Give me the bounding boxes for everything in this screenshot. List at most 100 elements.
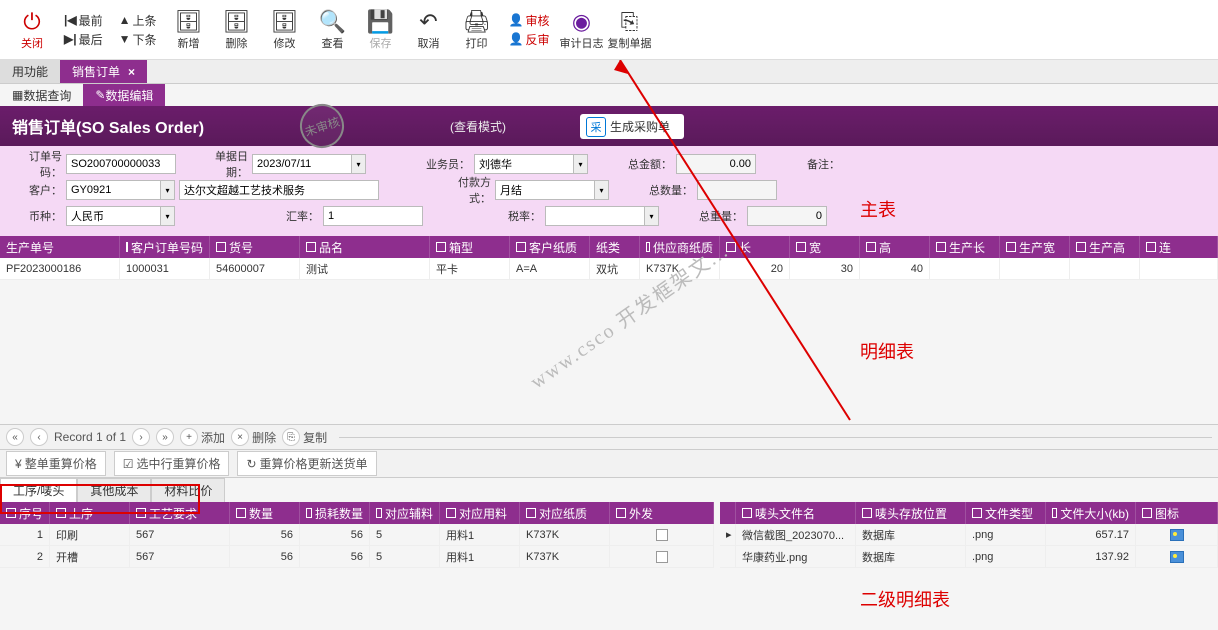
checkbox[interactable] — [656, 529, 668, 541]
view-icon: 🔍 — [319, 9, 346, 35]
currency-input[interactable] — [66, 206, 161, 226]
save-icon: 💾 — [367, 9, 394, 35]
image-icon — [1170, 529, 1184, 541]
file-row[interactable]: 华康药业.png 数据库 .png 137.92 — [720, 546, 1218, 568]
main-toolbar: ⏻关闭 |◀最前 ▶|最后 ▲上条 ▼下条 🗄新增 🗄删除 🗄修改 🔍查看 💾保… — [0, 0, 1218, 60]
db-edit-icon: 🗄 — [271, 9, 299, 35]
rate-label: 汇率： — [275, 208, 319, 224]
subtab-edit[interactable]: ✎ 数据编辑 — [83, 84, 165, 106]
page-title: 销售订单(SO Sales Order) — [12, 114, 204, 138]
tab-functions[interactable]: 用功能 — [0, 60, 60, 83]
process-row[interactable]: 1 印刷 567 56 56 5 用料1 K737K — [0, 524, 714, 546]
salesman-label: 业务员： — [426, 156, 470, 172]
date-dropdown-icon[interactable]: ▾ — [352, 154, 366, 174]
next-button[interactable]: ▼下条 — [119, 31, 157, 48]
audit-icon: ◉ — [572, 9, 591, 35]
nav-first-last: |◀最前 ▶|最后 — [64, 12, 103, 48]
recalc-delivery-button[interactable]: ↻重算价格更新送货单 — [237, 451, 376, 476]
prev-button[interactable]: ▲上条 — [119, 12, 157, 29]
rec-next-button[interactable]: › — [132, 428, 150, 446]
main-grid-header: 生产单号 客户订单号码 货号 品名 箱型 客户纸质 纸类 供应商纸质 长 宽 高… — [0, 236, 1218, 258]
rec-last-button[interactable]: » — [156, 428, 174, 446]
currency-dropdown-icon[interactable]: ▾ — [161, 206, 175, 226]
cust-code-input[interactable] — [66, 180, 161, 200]
rec-first-button[interactable]: « — [6, 428, 24, 446]
first-button[interactable]: |◀最前 — [64, 12, 103, 29]
annotation-detail: 明细表 — [860, 338, 914, 364]
undo-icon: ↶ — [419, 9, 437, 35]
recalc-all-button[interactable]: ¥整单重算价格 — [6, 451, 106, 476]
total-wt-input — [747, 206, 827, 226]
record-text: Record 1 of 1 — [54, 430, 126, 444]
action-bar: ¥整单重算价格 ☑选中行重算价格 ↻重算价格更新送货单 — [0, 450, 1218, 478]
nav-prev-next: ▲上条 ▼下条 — [119, 12, 157, 48]
pay-input[interactable] — [495, 180, 595, 200]
tab-material-price[interactable]: 材料比价 — [151, 478, 225, 502]
process-grid: 序号 上序 工艺要求 数量 损耗数量 对应辅料 对应用料 对应纸质 外发 1 印… — [0, 502, 720, 574]
record-navigator: « ‹ Record 1 of 1 › » +添加 ×删除 ⎘复制 — [0, 424, 1218, 450]
recalc-row-button[interactable]: ☑选中行重算价格 — [114, 451, 230, 476]
edit-button[interactable]: 🗄修改 — [263, 5, 307, 55]
tax-label: 税率： — [497, 208, 541, 224]
date-label: 单据日期： — [196, 148, 248, 180]
rec-del-button[interactable]: ×删除 — [231, 428, 276, 446]
tab-sales-order[interactable]: 销售订单× — [60, 60, 147, 83]
delete-button[interactable]: 🗄删除 — [215, 5, 259, 55]
annotation-sub: 二级明细表 — [860, 586, 950, 612]
view-button[interactable]: 🔍查看 — [311, 5, 355, 55]
print-icon: 🖨 — [463, 9, 491, 35]
tab-process[interactable]: 工序/唛头 — [0, 478, 77, 502]
generate-po-button[interactable]: 生成采购单 — [580, 114, 684, 139]
total-amt-label: 总金额： — [628, 156, 672, 172]
image-icon — [1170, 551, 1184, 563]
main-grid-row[interactable]: PF2023000186 1000031 54600007 测试 平卡 A=A … — [0, 258, 1218, 280]
salesman-input[interactable] — [474, 154, 574, 174]
bottom-split: 序号 上序 工艺要求 数量 损耗数量 对应辅料 对应用料 对应纸质 外发 1 印… — [0, 502, 1218, 574]
cust-name-input[interactable] — [179, 180, 379, 200]
reject-button[interactable]: 👤反审 — [509, 31, 550, 48]
db-delete-icon: 🗄 — [223, 9, 251, 35]
file-row[interactable]: ▸ 微信截图_2023070... 数据库 .png 657.17 — [720, 524, 1218, 546]
pay-label: 付款方式： — [439, 174, 491, 206]
db-add-icon: 🗄 — [175, 9, 203, 35]
cancel-button[interactable]: ↶取消 — [407, 5, 451, 55]
title-bar: 销售订单(SO Sales Order) 未审核 (查看模式) 生成采购单 — [0, 106, 1218, 146]
detail-tabs: 工序/唛头 其他成本 材料比价 — [0, 478, 1218, 502]
audit-button[interactable]: ◉审计日志 — [559, 5, 603, 55]
total-qty-label: 总数量： — [649, 182, 693, 198]
order-no-label: 订单号码： — [10, 148, 62, 180]
save-button[interactable]: 💾保存 — [359, 5, 403, 55]
print-button[interactable]: 🖨打印 — [455, 5, 499, 55]
tax-dropdown-icon[interactable]: ▾ — [645, 206, 659, 226]
function-tabs: 用功能 销售订单× — [0, 60, 1218, 84]
order-no-input[interactable] — [66, 154, 176, 174]
checkbox[interactable] — [656, 551, 668, 563]
subtab-query[interactable]: ▦ 数据查询 — [0, 84, 83, 106]
close-tab-icon[interactable]: × — [128, 65, 135, 79]
currency-label: 币种： — [10, 208, 62, 224]
rate-input[interactable] — [323, 206, 423, 226]
salesman-dropdown-icon[interactable]: ▾ — [574, 154, 588, 174]
rec-prev-button[interactable]: ‹ — [30, 428, 48, 446]
tab-other-cost[interactable]: 其他成本 — [77, 478, 151, 502]
file-grid: 唛头文件名 唛头存放位置 文件类型 文件大小(kb) 图标 ▸ 微信截图_202… — [720, 502, 1218, 574]
rec-add-button[interactable]: +添加 — [180, 428, 225, 446]
rec-copy-button[interactable]: ⎘复制 — [282, 428, 327, 446]
total-amt-input — [676, 154, 756, 174]
main-grid-body: PF2023000186 1000031 54600007 测试 平卡 A=A … — [0, 258, 1218, 280]
total-wt-label: 总重量： — [699, 208, 743, 224]
copy-icon: ⎘ — [621, 9, 639, 35]
cust-dropdown-icon[interactable]: ▾ — [161, 180, 175, 200]
process-row[interactable]: 2 开槽 567 56 56 5 用料1 K737K — [0, 546, 714, 568]
unapproved-seal: 未审核 — [294, 98, 349, 153]
add-button[interactable]: 🗄新增 — [167, 5, 211, 55]
approve-group: 👤审核 👤反审 — [509, 12, 550, 48]
copy-doc-button[interactable]: ⎘复制单据 — [607, 5, 651, 55]
approve-button[interactable]: 👤审核 — [509, 12, 550, 29]
close-button[interactable]: ⏻关闭 — [10, 5, 54, 55]
last-button[interactable]: ▶|最后 — [64, 31, 103, 48]
master-form: 订单号码： 单据日期：▾ 业务员：▾ 总金额： 备注： 客户：▾ 付款方式：▾ … — [0, 146, 1218, 236]
pay-dropdown-icon[interactable]: ▾ — [595, 180, 609, 200]
tax-input[interactable] — [545, 206, 645, 226]
date-input[interactable] — [252, 154, 352, 174]
